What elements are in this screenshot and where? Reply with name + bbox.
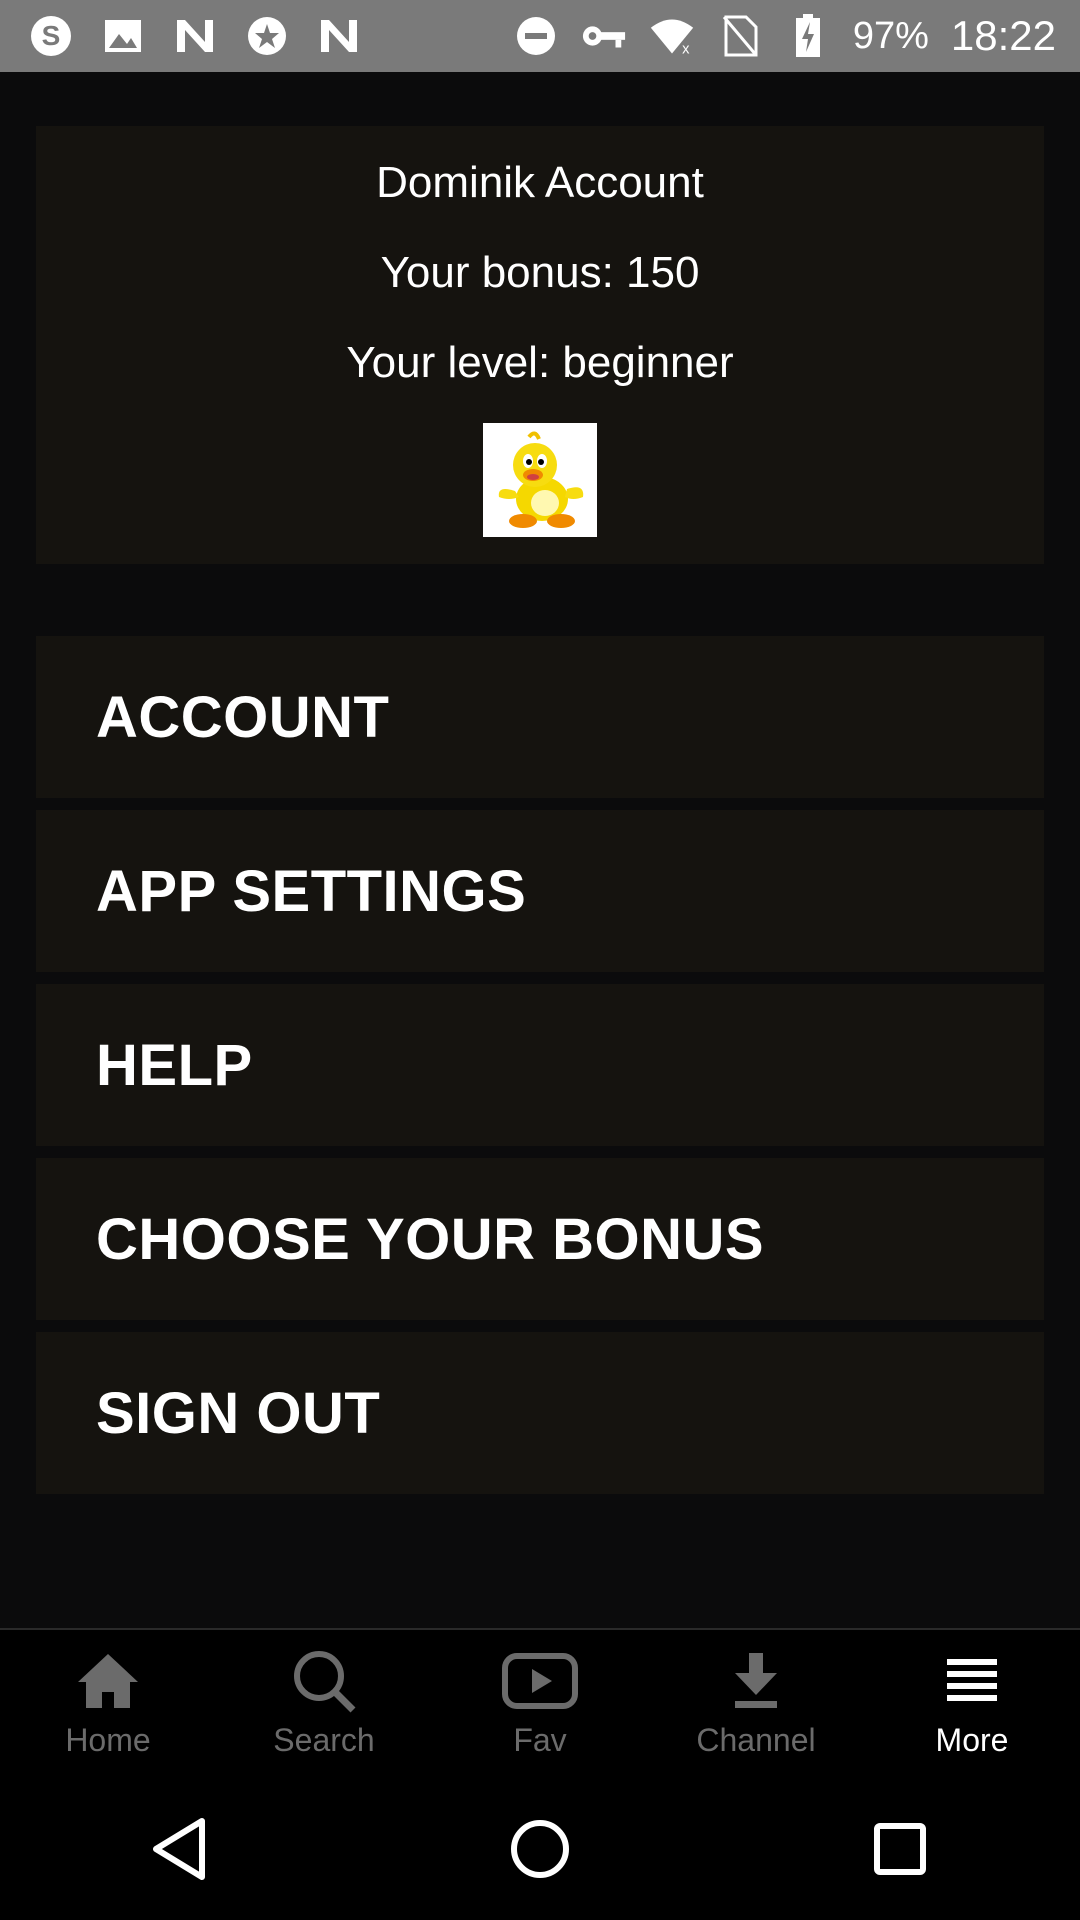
clock: 18:22 [950, 12, 1056, 59]
battery-percent: 97% [852, 14, 929, 57]
menu-item-label: SIGN OUT [96, 1380, 381, 1446]
wifi-off-icon: x [649, 13, 695, 59]
download-icon [716, 1648, 796, 1714]
search-icon [284, 1648, 364, 1714]
menu-item-sign-out[interactable]: SIGN OUT [36, 1332, 1044, 1494]
home-icon [68, 1648, 148, 1714]
account-card: Dominik Account Your bonus: 150 Your lev… [36, 126, 1044, 564]
play-icon [500, 1648, 580, 1714]
nav-label: More [935, 1722, 1009, 1758]
do-not-disturb-icon [513, 13, 559, 59]
image-icon [100, 13, 146, 59]
no-sim-icon [717, 13, 763, 59]
back-button[interactable] [130, 1799, 230, 1899]
menu-item-account[interactable]: ACCOUNT [36, 636, 1044, 798]
n-app-icon [172, 13, 218, 59]
menu-item-app-settings[interactable]: APP SETTINGS [36, 810, 1044, 972]
nav-home[interactable]: Home [0, 1630, 216, 1780]
menu-item-label: APP SETTINGS [96, 858, 527, 924]
skype-icon: S [28, 13, 74, 59]
nav-label: Search [273, 1722, 375, 1758]
avatar [483, 423, 597, 537]
nav-fav[interactable]: Fav [432, 1630, 648, 1780]
menu-item-help[interactable]: HELP [36, 984, 1044, 1146]
duck-avatar-icon [498, 431, 584, 528]
back-icon [153, 1818, 205, 1880]
battery-charging-icon [785, 13, 831, 59]
nav-label: Home [65, 1722, 151, 1758]
square-recents-icon [874, 1823, 926, 1875]
star-badge-icon [244, 13, 290, 59]
system-nav-bar [0, 1778, 1080, 1920]
menu-item-label: HELP [96, 1032, 253, 1098]
menu-item-label: ACCOUNT [96, 684, 390, 750]
menu-item-choose-your-bonus[interactable]: CHOOSE YOUR BONUS [36, 1158, 1044, 1320]
menu-item-label: CHOOSE YOUR BONUS [96, 1206, 765, 1272]
bottom-nav: Home Search Fav Channel More [0, 1628, 1080, 1780]
nav-search[interactable]: Search [216, 1630, 432, 1780]
level-text: Your level: beginner [346, 338, 734, 387]
nav-more[interactable]: More [864, 1630, 1080, 1780]
menu-icon [932, 1648, 1012, 1714]
svg-text:S: S [42, 20, 61, 51]
nav-label: Fav [513, 1722, 567, 1758]
recents-button[interactable] [850, 1799, 950, 1899]
n-app-icon [316, 13, 362, 59]
vpn-key-icon [581, 13, 627, 59]
svg-text:x: x [682, 41, 690, 57]
home-system-button[interactable] [490, 1799, 590, 1899]
nav-channel[interactable]: Channel [648, 1630, 864, 1780]
nav-label: Channel [696, 1722, 816, 1758]
bonus-text: Your bonus: 150 [380, 248, 700, 297]
account-name: Dominik Account [376, 158, 704, 207]
status-bar: S x 97% 18:22 [0, 0, 1080, 72]
circle-home-icon [511, 1820, 569, 1878]
